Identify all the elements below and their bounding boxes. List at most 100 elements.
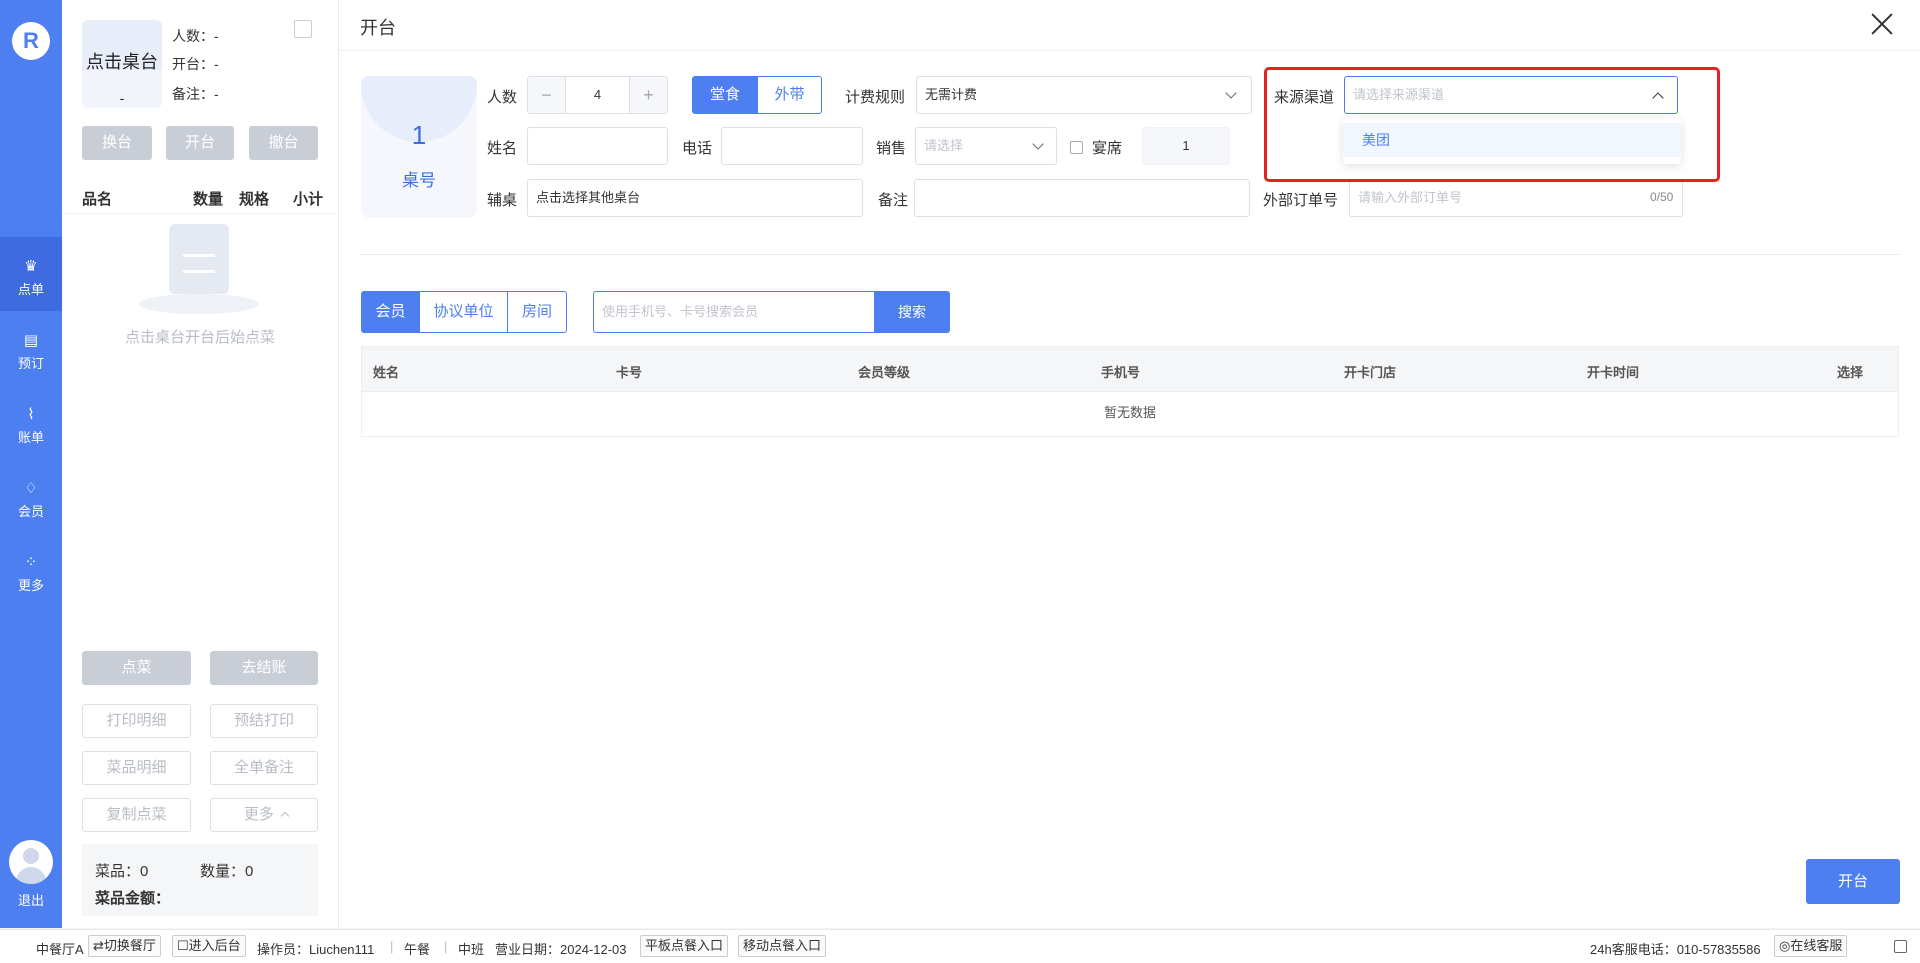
- no-data-row: 暂无数据: [361, 391, 1899, 437]
- takeaway-toggle[interactable]: 外带: [757, 76, 822, 114]
- chart-icon: ⌇: [27, 406, 35, 423]
- sales-select[interactable]: 请选择: [915, 127, 1057, 165]
- more-label: 更多: [243, 806, 274, 823]
- avatar[interactable]: [9, 840, 53, 884]
- dine-in-toggle[interactable]: 堂食: [692, 76, 758, 114]
- table-number-label: 桌号: [402, 171, 436, 190]
- external-order-counter: 0/50: [1650, 190, 1674, 204]
- remark-label: 备注: [878, 192, 909, 209]
- business-date: 营业日期：2024-12-03: [495, 942, 627, 957]
- mobile-entry-button[interactable]: 移动点餐入口: [738, 935, 827, 957]
- pre-settle-print-button[interactable]: 预结打印: [210, 704, 318, 738]
- people-info: 人数：-: [172, 28, 219, 44]
- chevron-down-icon: [1032, 138, 1044, 150]
- more-button[interactable]: 更多: [210, 798, 318, 832]
- remark-input[interactable]: [914, 179, 1250, 217]
- nav-item-reservation[interactable]: ▤ 预订: [0, 311, 62, 385]
- online-service-button[interactable]: ◎在线客服: [1774, 935, 1848, 957]
- copy-order-button[interactable]: 复制点菜: [82, 798, 191, 832]
- chevron-down-icon: [1225, 87, 1237, 99]
- col-member-level: 会员等级: [858, 365, 911, 380]
- chef-hat-icon: ♛: [24, 258, 38, 275]
- edit-icon[interactable]: [294, 20, 312, 38]
- aux-table-select[interactable]: 点击选择其他桌台: [527, 179, 863, 217]
- sales-placeholder: 请选择: [924, 138, 964, 153]
- col-store: 开卡门店: [1344, 365, 1397, 380]
- table-card[interactable]: 点击桌台 -: [82, 20, 162, 108]
- close-icon[interactable]: [1870, 12, 1894, 36]
- tab-room[interactable]: 房间: [507, 291, 567, 333]
- change-table-button[interactable]: 换台: [82, 126, 152, 160]
- plus-button[interactable]: +: [629, 77, 667, 113]
- source-label: 来源渠道: [1274, 89, 1335, 106]
- member-table-header: 姓名 卡号 会员等级 手机号 开卡门店 开卡时间 选择: [361, 346, 1899, 392]
- meal-info: 午餐: [404, 942, 431, 957]
- table-card-title: 点击桌台: [86, 52, 158, 72]
- hall-name: 中餐厅A: [36, 942, 84, 957]
- cancel-table-button[interactable]: 撤台: [249, 126, 318, 160]
- minus-button[interactable]: −: [528, 77, 566, 113]
- checkout-button[interactable]: 去结账: [210, 651, 318, 685]
- banquet-checkbox[interactable]: [1070, 141, 1083, 154]
- col-select: 选择: [1837, 365, 1864, 380]
- phone-input[interactable]: [721, 127, 863, 165]
- order-panel: 点击桌台 - 人数：- 开台：- 备注：- 换台 开台 撤台 品名 数量 规格 …: [62, 0, 339, 928]
- fee-rule-select[interactable]: 无需计费: [916, 76, 1252, 114]
- quantity-count: 数量：0: [200, 863, 254, 880]
- shift-info: 中班: [458, 942, 485, 957]
- col-name: 姓名: [373, 365, 400, 380]
- banquet-count-input[interactable]: 1: [1142, 127, 1230, 165]
- page-title: 开台: [360, 18, 396, 38]
- nav-item-member[interactable]: ♢ 会员: [0, 459, 62, 533]
- dish-amount: 菜品金额：: [95, 890, 171, 907]
- phone-label: 电话: [682, 140, 713, 157]
- print-detail-button[interactable]: 打印明细: [82, 704, 191, 738]
- operator-info: 操作员：Liuchen111: [257, 942, 375, 957]
- name-label: 姓名: [487, 140, 518, 157]
- fee-rule-value: 无需计费: [925, 87, 978, 102]
- order-summary: 菜品：0 数量：0 菜品金额：: [82, 844, 318, 916]
- opened-info: 开台：-: [172, 56, 219, 72]
- tablet-entry-button[interactable]: 平板点餐入口: [640, 935, 729, 957]
- order-list-header: 品名 数量 规格 小计: [62, 178, 338, 214]
- fee-rule-label: 计费规则: [845, 89, 906, 106]
- backend-button[interactable]: ☐进入后台: [172, 935, 246, 957]
- member-search-input[interactable]: 使用手机号、卡号搜索会员: [593, 291, 875, 333]
- source-placeholder: 请选择来源渠道: [1353, 87, 1445, 102]
- nav-item-more[interactable]: ⁘ 更多: [0, 533, 62, 607]
- col-dish-name: 品名: [82, 191, 113, 208]
- people-value[interactable]: 4: [566, 77, 629, 113]
- nav-item-bills[interactable]: ⌇ 账单: [0, 385, 62, 459]
- order-remark-button[interactable]: 全单备注: [210, 751, 318, 785]
- col-subtotal: 小计: [293, 191, 324, 208]
- source-option-meituan[interactable]: 美团: [1343, 123, 1681, 157]
- grid-icon: ⁘: [24, 554, 38, 571]
- open-table-button[interactable]: 开台: [1806, 859, 1900, 904]
- chevron-up-icon: [280, 811, 290, 821]
- app-logo: R: [12, 22, 50, 60]
- sales-label: 销售: [876, 140, 907, 157]
- remark-info: 备注：-: [172, 86, 219, 102]
- table-card-value: -: [119, 90, 125, 106]
- status-bar: 中餐厅A ⇄切换餐厅 ☐进入后台 操作员：Liuchen111 | 午餐 | 中…: [0, 929, 1920, 963]
- logout-button[interactable]: 退出: [0, 890, 62, 909]
- hotline: 24h客服电话：010-57835586: [1590, 942, 1761, 957]
- nav-item-order[interactable]: ♛ 点单: [0, 237, 62, 311]
- banquet-label: 宴席: [1092, 140, 1123, 157]
- tab-agreement-unit[interactable]: 协议单位: [419, 291, 508, 333]
- tab-member[interactable]: 会员: [361, 291, 420, 333]
- dish-detail-button[interactable]: 菜品明细: [82, 751, 191, 785]
- fullscreen-icon[interactable]: [1894, 940, 1907, 953]
- left-nav: R ♛ 点单 ▤ 预订 ⌇ 账单 ♢ 会员 ⁘ 更多 退出: [0, 0, 62, 928]
- external-order-input[interactable]: 请输入外部订单号: [1349, 179, 1683, 217]
- empty-hint: 点击桌台开台后始点菜: [124, 329, 275, 346]
- source-select[interactable]: 请选择来源渠道: [1344, 76, 1678, 114]
- people-label: 人数: [487, 89, 518, 106]
- name-input[interactable]: [527, 127, 668, 165]
- order-dish-button[interactable]: 点菜: [82, 651, 191, 685]
- open-table-button-left[interactable]: 开台: [166, 126, 234, 160]
- col-card-no: 卡号: [616, 365, 643, 380]
- switch-hall-button[interactable]: ⇄切换餐厅: [88, 935, 161, 957]
- search-button[interactable]: 搜索: [874, 291, 950, 333]
- col-quantity: 数量: [193, 191, 224, 208]
